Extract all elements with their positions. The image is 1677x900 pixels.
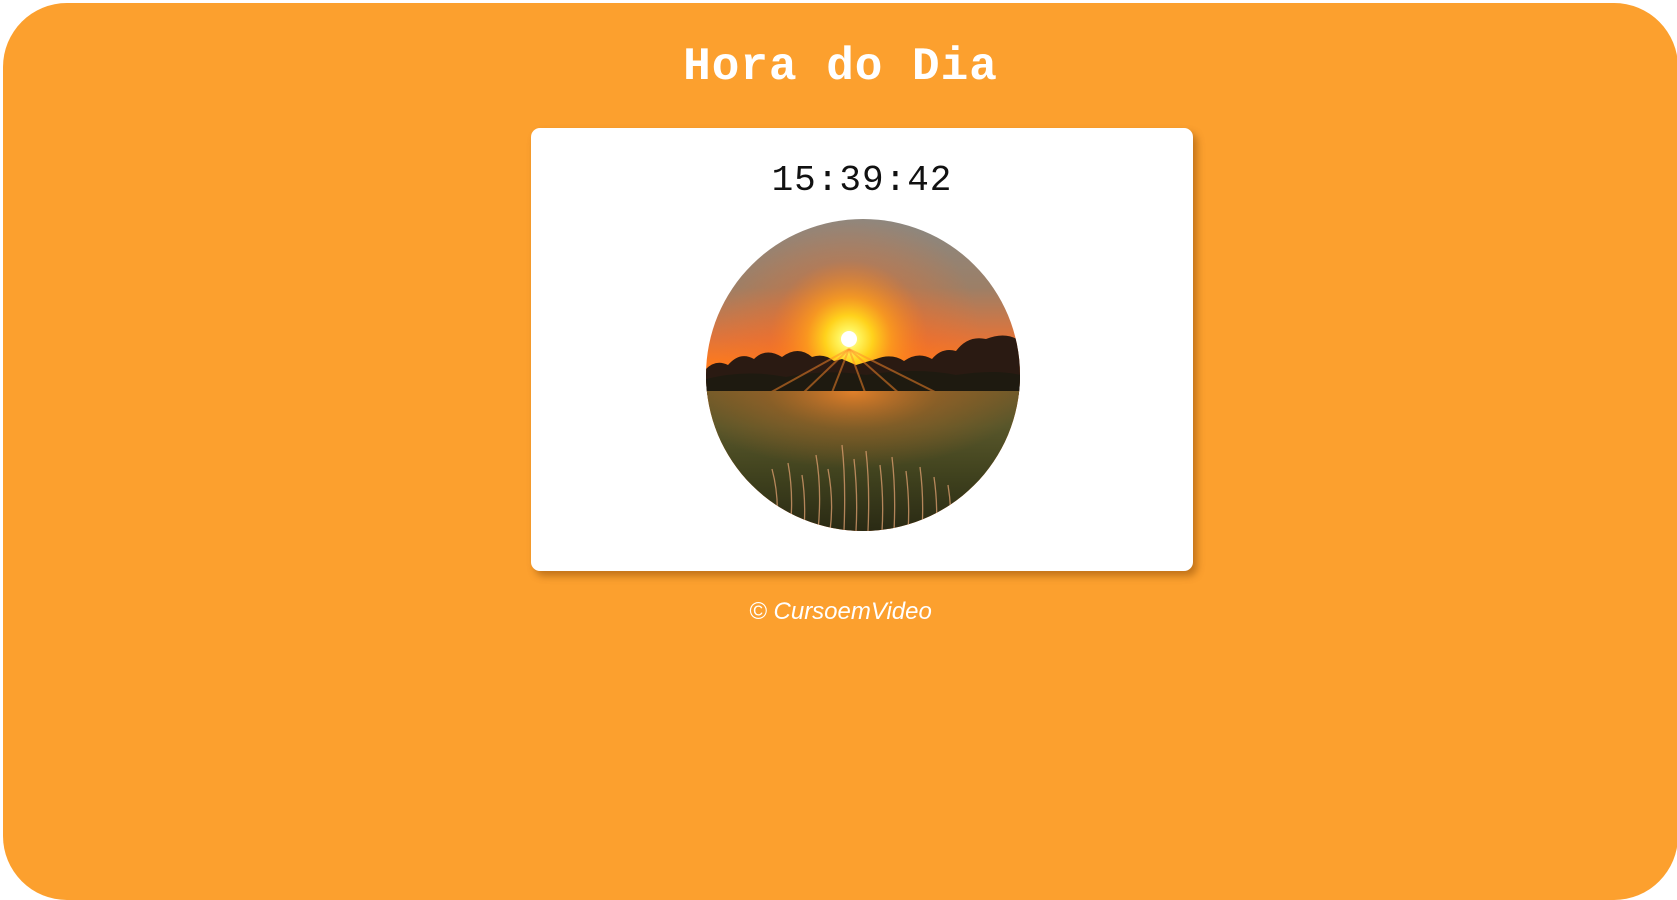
copyright-footer: © CursoemVideo <box>749 598 932 625</box>
clock-time: 15:39:42 <box>771 160 953 201</box>
clock-card: 15:39:42 <box>531 128 1193 571</box>
page-title: Hora do Dia <box>683 41 998 93</box>
page-body: Hora do Dia 15:39:42 © CursoemVideo <box>3 3 1677 900</box>
sunset-image <box>706 219 1020 531</box>
page-frame: Hora do Dia 15:39:42 © CursoemVideo <box>0 0 1677 900</box>
